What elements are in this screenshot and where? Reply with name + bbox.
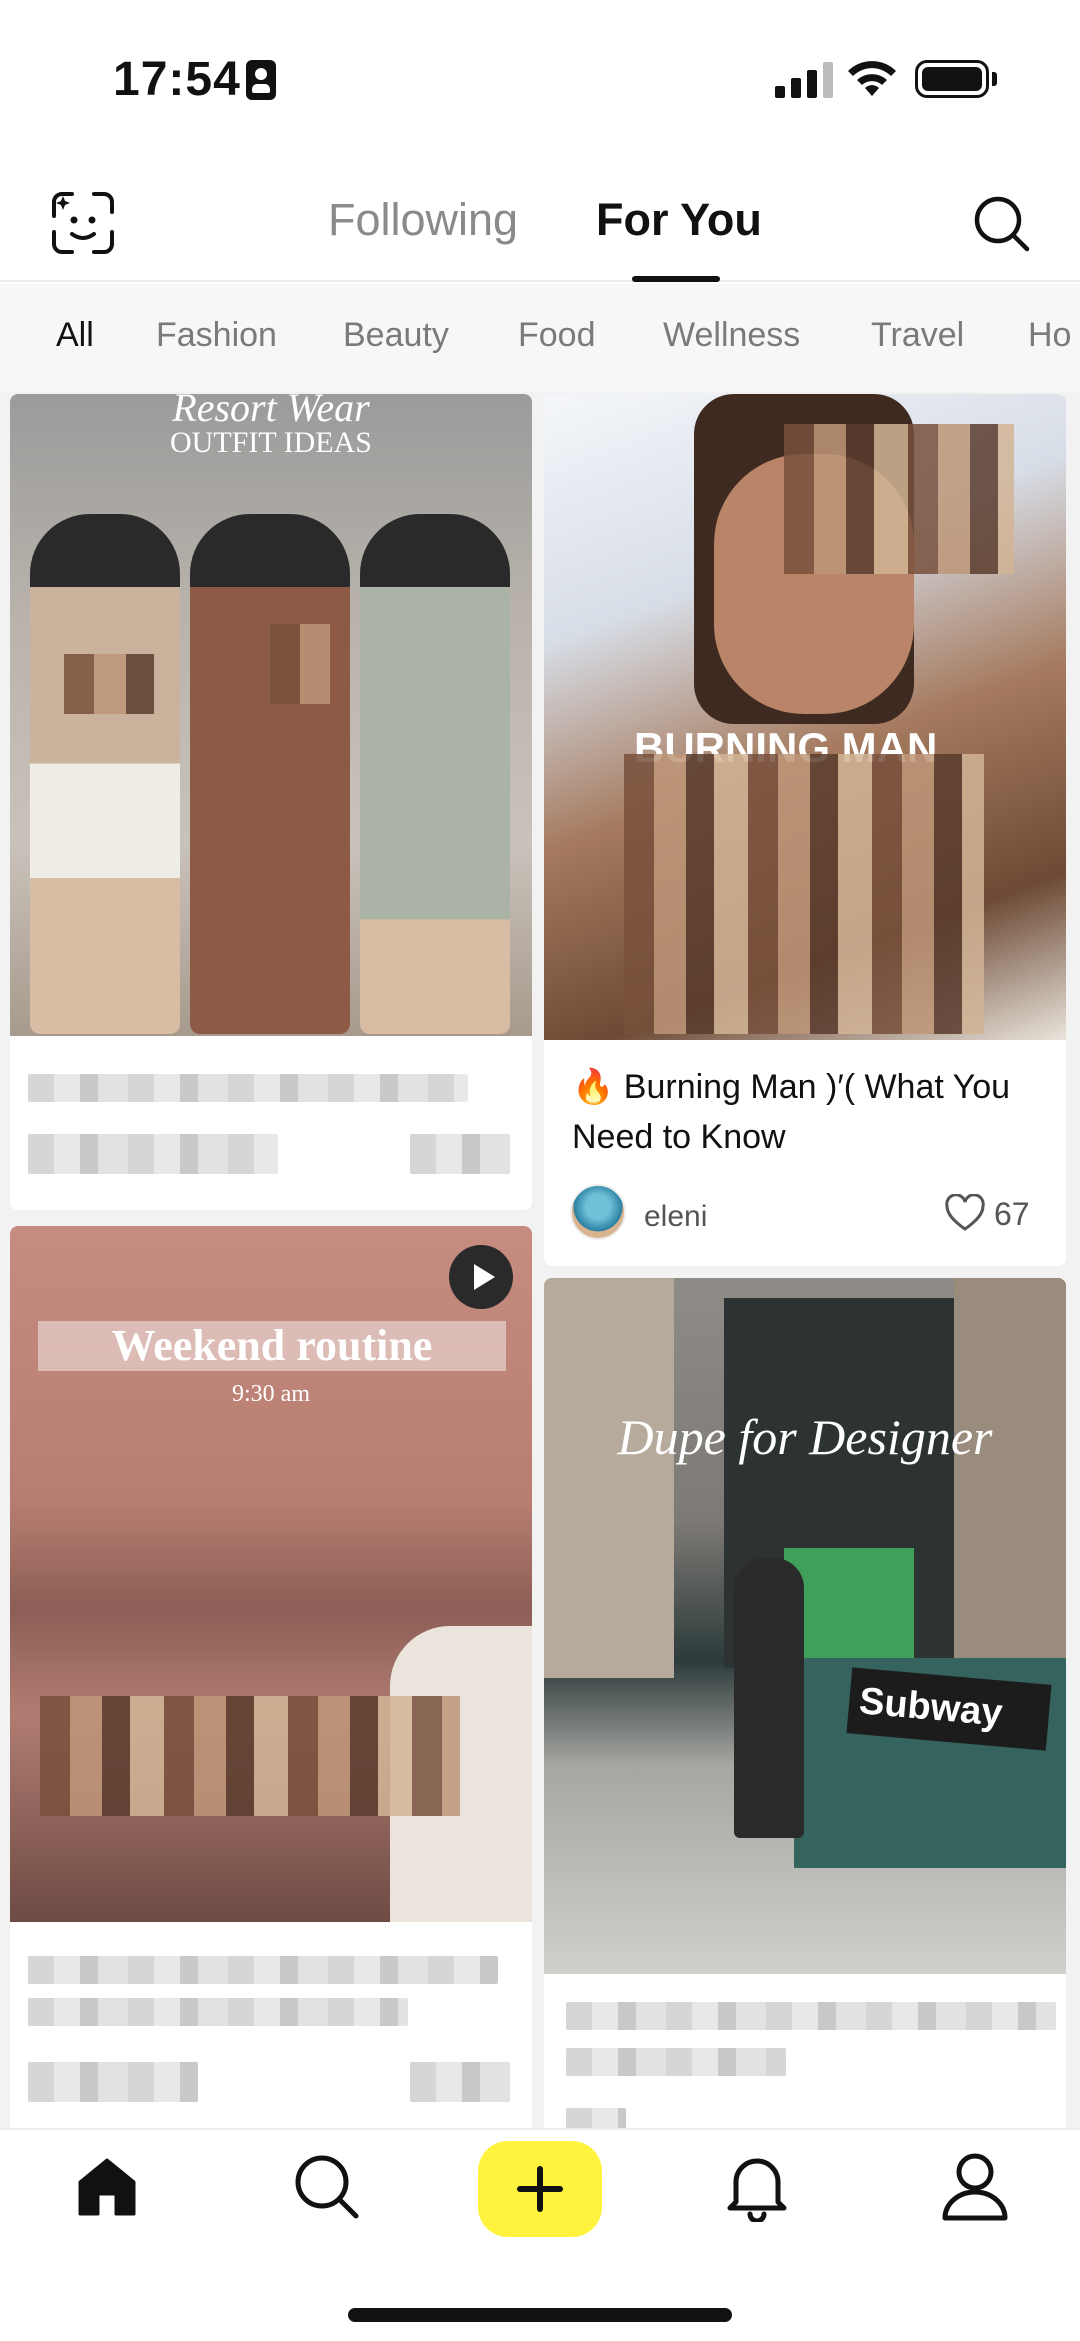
avatar bbox=[570, 1184, 626, 1240]
status-bar: 17:54 bbox=[0, 0, 1080, 160]
home-icon[interactable] bbox=[74, 2154, 140, 2220]
title-placeholder bbox=[566, 2048, 786, 2076]
active-tab-indicator bbox=[632, 276, 720, 282]
overlay-title: Dupe for Designer bbox=[617, 1409, 993, 1465]
bell-icon[interactable] bbox=[724, 2150, 790, 2222]
heart-icon[interactable] bbox=[944, 1194, 986, 1232]
like-count: 67 bbox=[994, 1196, 1030, 1232]
category-food[interactable]: Food bbox=[518, 316, 596, 355]
wifi-icon bbox=[848, 61, 896, 96]
post-video-thumbnail: Weekend routine 9:30 am bbox=[10, 1226, 532, 1922]
category-travel[interactable]: Travel bbox=[871, 316, 964, 355]
title-placeholder bbox=[28, 1956, 498, 1984]
play-icon[interactable] bbox=[448, 1244, 514, 1310]
status-time: 17:54 bbox=[113, 53, 241, 106]
category-wellness[interactable]: Wellness bbox=[663, 316, 800, 355]
plus-icon bbox=[517, 2166, 563, 2212]
tab-for-you[interactable]: For You bbox=[596, 194, 762, 246]
feed-card[interactable]: Resort Wear OUTFIT IDEAS bbox=[10, 394, 532, 1210]
category-bar: All Fashion Beauty Food Wellness Travel … bbox=[0, 284, 1080, 392]
overlay-subtitle: OUTFIT IDEAS bbox=[170, 426, 372, 459]
top-header bbox=[0, 170, 1080, 282]
author-placeholder bbox=[28, 2062, 198, 2102]
category-all[interactable]: All bbox=[56, 316, 94, 355]
profile-icon[interactable] bbox=[940, 2150, 1010, 2222]
category-fashion[interactable]: Fashion bbox=[156, 316, 277, 355]
feed-card[interactable]: Dupe for Designer Subway bbox=[544, 1278, 1066, 2128]
category-beauty[interactable]: Beauty bbox=[343, 316, 449, 355]
feed-card[interactable]: BURNING MAN 🔥 Burning Man )′( What You N… bbox=[544, 394, 1066, 1266]
author-placeholder bbox=[28, 1134, 278, 1174]
category-home[interactable]: Ho bbox=[1028, 316, 1071, 355]
battery-icon bbox=[915, 60, 989, 98]
post-image: Dupe for Designer Subway bbox=[544, 1278, 1066, 1974]
title-placeholder bbox=[28, 1074, 468, 1102]
post-image: BURNING MAN bbox=[544, 394, 1066, 1040]
search-icon[interactable] bbox=[972, 194, 1032, 254]
post-author: eleni bbox=[644, 1200, 708, 1233]
post-image: Resort Wear OUTFIT IDEAS bbox=[10, 394, 532, 1036]
tab-following[interactable]: Following bbox=[328, 194, 518, 246]
post-title: 🔥 Burning Man )′( What You Need to Know bbox=[572, 1068, 1011, 1156]
title-placeholder bbox=[566, 2002, 1056, 2030]
overlay-title: Weekend routine bbox=[38, 1321, 506, 1371]
author-placeholder bbox=[566, 2108, 626, 2128]
feed-card[interactable]: Weekend routine 9:30 am bbox=[10, 1226, 532, 2128]
likes-placeholder bbox=[410, 2062, 510, 2102]
title-placeholder bbox=[28, 1998, 408, 2026]
create-post-button[interactable] bbox=[478, 2141, 602, 2237]
signal-icon bbox=[775, 62, 835, 98]
home-indicator bbox=[348, 2308, 732, 2322]
id-card-icon bbox=[246, 60, 276, 100]
search-icon[interactable] bbox=[292, 2152, 362, 2222]
overlay-subtitle: 9:30 am bbox=[232, 1381, 310, 1407]
face-scan-icon[interactable] bbox=[50, 190, 116, 256]
likes-placeholder bbox=[410, 1134, 510, 1174]
feed-grid: Resort Wear OUTFIT IDEAS BURNING MAN 🔥 B… bbox=[0, 392, 1080, 2128]
